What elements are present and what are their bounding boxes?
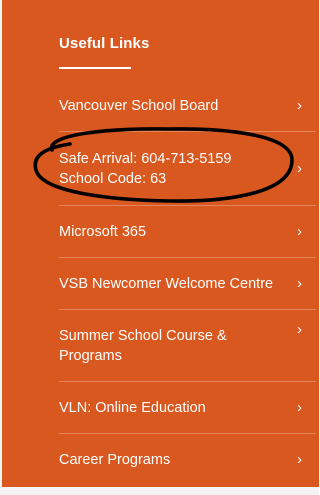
- link-summer-school[interactable]: Summer School Course & Programs ›: [59, 310, 316, 382]
- link-microsoft-365[interactable]: Microsoft 365 ›: [59, 206, 316, 258]
- link-label: Summer School Course & Programs: [59, 327, 227, 364]
- useful-links-heading: Useful Links: [59, 35, 150, 52]
- chevron-right-icon: ›: [297, 321, 302, 338]
- link-safe-arrival[interactable]: Safe Arrival: 604-713-5159 School Code: …: [59, 132, 316, 206]
- chevron-right-icon: ›: [297, 222, 302, 240]
- frame-edge-bottom: [0, 487, 319, 495]
- link-label: Microsoft 365: [59, 223, 147, 240]
- link-label: Career Programs: [59, 452, 171, 468]
- link-label: VSB Newcomer Welcome Centre: [59, 275, 274, 292]
- link-vancouver-school-board[interactable]: Vancouver School Board ›: [59, 80, 316, 132]
- link-career-programs[interactable]: Career Programs ›: [59, 434, 316, 486]
- useful-links-panel: Useful Links Vancouver School Board › Sa…: [0, 0, 319, 495]
- chevron-right-icon: ›: [297, 398, 302, 416]
- heading-underline: [59, 67, 131, 69]
- useful-links-list: Vancouver School Board › Safe Arrival: 6…: [59, 80, 316, 486]
- chevron-right-icon: ›: [297, 96, 302, 114]
- link-label: VLN: Online Education: [59, 399, 206, 416]
- link-vsb-newcomer-welcome-centre[interactable]: VSB Newcomer Welcome Centre ›: [59, 258, 316, 310]
- link-vln-online-education[interactable]: VLN: Online Education ›: [59, 382, 316, 434]
- chevron-right-icon: ›: [297, 274, 302, 292]
- frame-edge-left: [0, 0, 2, 495]
- chevron-right-icon: ›: [297, 451, 302, 468]
- link-label: Safe Arrival: 604-713-5159 School Code: …: [59, 150, 232, 187]
- link-label: Vancouver School Board: [59, 97, 219, 114]
- chevron-right-icon: ›: [297, 159, 302, 177]
